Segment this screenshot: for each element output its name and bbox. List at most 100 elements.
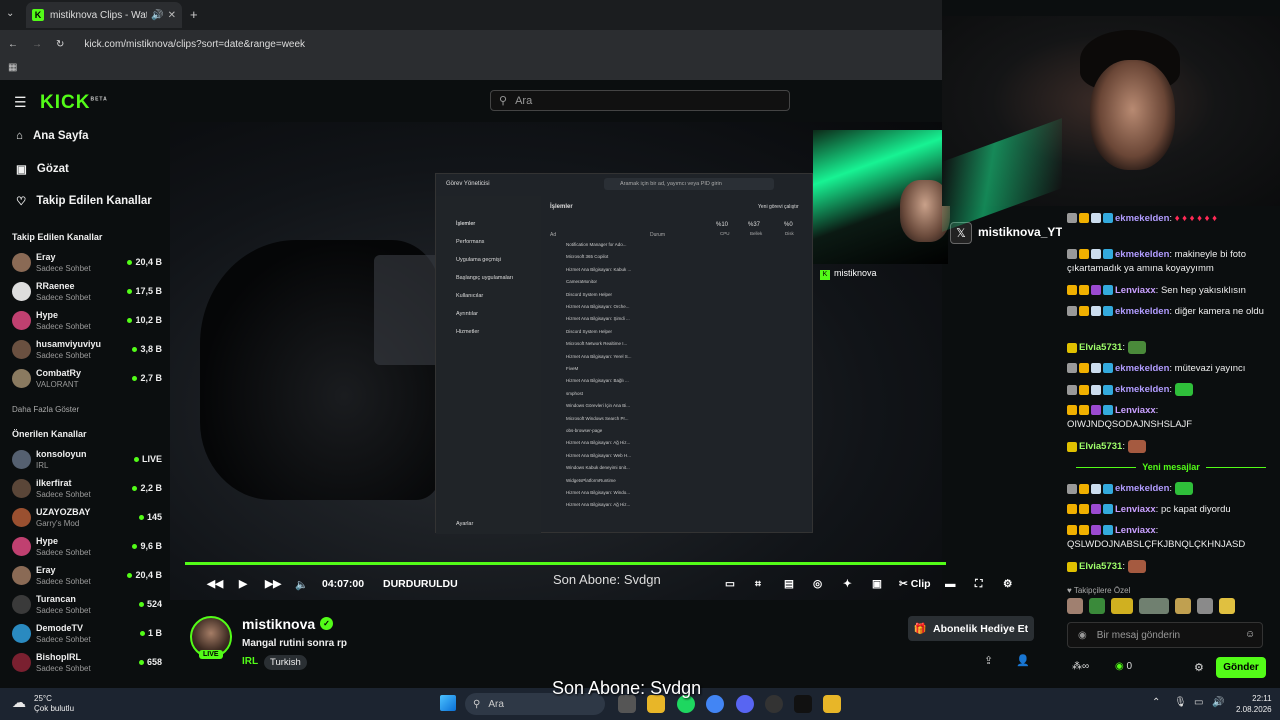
channel-name-title[interactable]: mistiknova — [242, 616, 315, 632]
clip-button[interactable]: ✂ Clip — [899, 578, 931, 590]
audio-icon[interactable]: 🔊 — [151, 10, 163, 21]
avatar — [12, 450, 31, 469]
nav-home[interactable]: ⌂ Ana Sayfa — [16, 130, 89, 142]
chat-user-icon: ◉ — [1078, 629, 1087, 641]
nav-browse-label: Gözat — [36, 163, 69, 175]
emote-icon[interactable] — [1219, 598, 1235, 614]
channel-category: Sadece Sohbet — [36, 664, 91, 673]
tray-chevron-icon[interactable]: ⌃ — [1152, 697, 1160, 708]
kick-small-icon: K — [820, 270, 830, 280]
tab-list-icon[interactable]: ⌄ — [6, 8, 14, 19]
video-progress-bar[interactable] — [185, 562, 946, 565]
discord-icon[interactable] — [736, 695, 754, 713]
url-field[interactable]: kick.com/mistiknova/clips?sort=date&rang… — [84, 39, 305, 50]
crop-icon[interactable]: ⌗ — [755, 578, 761, 591]
followed-channel[interactable]: husamviyuviyu Sadece Sohbet 3,8 B — [12, 337, 162, 363]
channel-name: UZAYOZBAY — [36, 507, 91, 517]
avatar — [12, 369, 31, 388]
tm-menu-item: Uygulama geçmişi — [456, 257, 501, 263]
emote-icon[interactable] — [1067, 598, 1083, 614]
apps-grid-icon[interactable]: ▦ — [8, 62, 17, 73]
video-status: DURDURULDU — [383, 578, 458, 590]
settings-icon[interactable]: ⚙ — [1003, 578, 1012, 590]
emoji-icon[interactable]: ☺ — [1245, 629, 1255, 640]
emote-icon[interactable] — [1139, 598, 1169, 614]
avatar — [12, 282, 31, 301]
channel-name: Eray — [36, 565, 56, 575]
speed-icon[interactable]: ◎ — [813, 578, 822, 590]
viewer-count: 10,2 B — [127, 315, 162, 325]
recommended-channel[interactable]: Hype Sadece Sohbet 9,6 B — [12, 534, 162, 560]
channel-category: Sadece Sohbet — [36, 322, 91, 331]
followed-channel[interactable]: RRaenee Sadece Sohbet 17,5 B — [12, 279, 162, 305]
reload-icon[interactable]: ↻ — [56, 39, 64, 50]
emote-icon[interactable] — [1175, 598, 1191, 614]
close-tab-icon[interactable]: ✕ — [168, 10, 176, 21]
new-tab-icon[interactable]: + — [190, 7, 198, 22]
tm-process-row: Windows Görevleri İçin Ana Bi... — [566, 403, 631, 409]
points-display[interactable]: ◉ 0 — [1115, 661, 1132, 672]
followed-channel[interactable]: Hype Sadece Sohbet 10,2 B — [12, 308, 162, 334]
forward-icon[interactable]: → — [32, 39, 42, 50]
gift-sub-button[interactable]: 🎁 Abonelik Hediye Et — [908, 616, 1034, 641]
mic-icon[interactable]: 🎙 — [1174, 697, 1187, 708]
channel-category: Sadece Sohbet — [36, 490, 91, 499]
play-icon[interactable]: ▶ — [239, 578, 247, 590]
emote-icon[interactable] — [1111, 598, 1133, 614]
speaker-icon[interactable]: 🔊 — [1212, 697, 1224, 708]
recommended-channel[interactable]: Eray Sadece Sohbet 20,4 B — [12, 563, 162, 589]
rockstar-icon[interactable] — [823, 695, 841, 713]
emote-icon[interactable] — [1197, 598, 1213, 614]
category-link[interactable]: IRL — [242, 656, 258, 667]
fullscreen-icon[interactable]: ⛶ — [975, 578, 982, 591]
viewer-count: 3,8 B — [132, 344, 162, 354]
emote-icon[interactable] — [1089, 598, 1105, 614]
share-icon[interactable]: ⇪ — [984, 654, 993, 667]
recommended-channel[interactable]: BishopIRL Sadece Sohbet 658 — [12, 650, 162, 676]
add-user-icon[interactable]: 👤 — [1016, 654, 1030, 667]
weather-widget[interactable]: 25°C Çok bulutlu — [34, 694, 74, 714]
followed-channel[interactable]: CombatRy VALORANT 2,7 B — [12, 366, 162, 392]
back-icon[interactable]: ← — [8, 39, 18, 50]
avatar — [12, 537, 31, 556]
network-icon[interactable]: ▭ — [1194, 697, 1203, 708]
search-input[interactable]: ⚲ Ara — [490, 90, 790, 111]
send-button[interactable]: Gönder — [1216, 657, 1266, 678]
sparkle-icon[interactable]: ✦ — [843, 578, 852, 590]
rewind-icon[interactable]: ◀◀ — [207, 578, 223, 590]
webcam-face — [1090, 60, 1175, 170]
weather-icon[interactable]: ☁ — [12, 694, 26, 711]
avatar — [12, 253, 31, 272]
tm-sub-cpu: CPU — [720, 231, 730, 236]
tm-process-row: Windows Kabuk deneyimi ünit... — [566, 465, 630, 471]
recommended-channel[interactable]: DemodeTV Sadece Sohbet 1 B — [12, 621, 162, 647]
recommended-channel[interactable]: konsoloyun IRL LIVE — [12, 447, 162, 473]
browser-tab[interactable]: K mistiknova Clips - Watch Li 🔊 ✕ — [26, 2, 182, 28]
volume-icon[interactable]: 🔈 — [295, 578, 308, 591]
terminal-icon[interactable] — [794, 695, 812, 713]
recommended-channel[interactable]: ilkerfirat Sadece Sohbet 2,2 B — [12, 476, 162, 502]
pip-icon[interactable]: ▣ — [872, 578, 882, 590]
windows-start-icon[interactable] — [440, 695, 456, 711]
taskbar-clock[interactable]: 22:11 2.08.2026 — [1236, 693, 1272, 715]
chat-users-icon[interactable]: ⁂∞ — [1072, 661, 1089, 672]
chat-settings-icon[interactable]: ⚙ — [1194, 661, 1204, 674]
followed-channel[interactable]: Eray Sadece Sohbet 20,4 B — [12, 250, 162, 276]
language-tag[interactable]: Turkish — [264, 655, 307, 670]
new-messages-divider: Yeni mesajlar — [1062, 462, 1280, 472]
forward-icon[interactable]: ▶▶ — [265, 578, 281, 590]
kick-logo[interactable]: KICKBETA — [40, 92, 108, 114]
stats-icon[interactable]: ▤ — [784, 578, 794, 590]
nav-browse[interactable]: ▣ Gözat — [16, 162, 69, 176]
obs-icon[interactable] — [765, 695, 783, 713]
recommended-channel[interactable]: Turancan Sadece Sohbet 524 — [12, 592, 162, 618]
channel-name: RRaenee — [36, 281, 75, 291]
chat-input[interactable]: ◉ Bir mesaj gönderin — [1067, 622, 1263, 648]
nav-following[interactable]: ♡ Takip Edilen Kanallar — [16, 194, 152, 208]
theater-icon[interactable]: ▬ — [945, 578, 956, 590]
recommended-channel[interactable]: UZAYOZBAY Garry's Mod 145 — [12, 505, 162, 531]
show-more-link[interactable]: Daha Fazla Göster — [12, 405, 79, 414]
chrome-icon[interactable] — [706, 695, 724, 713]
camera-icon[interactable]: ▭ — [725, 578, 735, 590]
menu-icon[interactable]: ☰ — [14, 94, 27, 111]
